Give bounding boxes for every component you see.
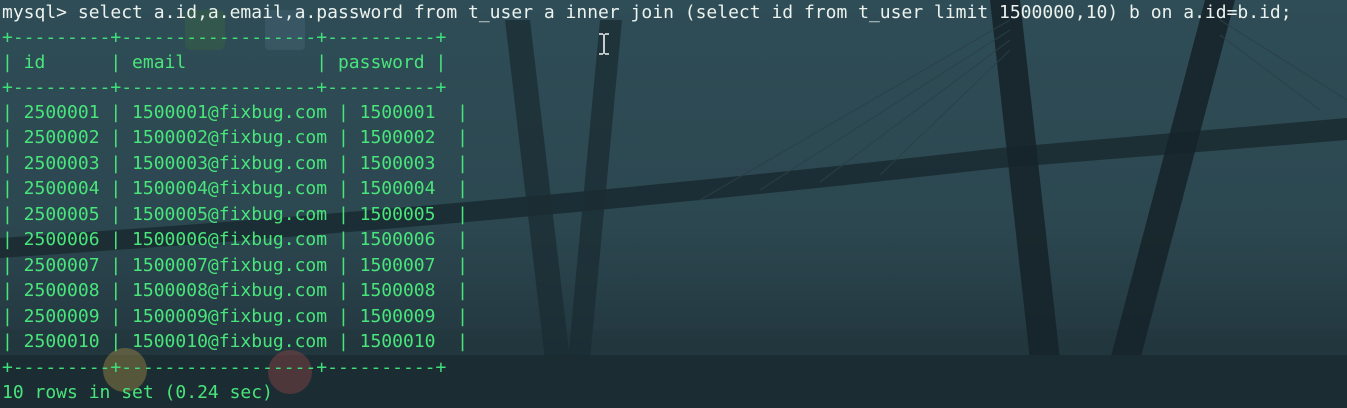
table-row: | 2500004 | 1500004@fixbug.com | 1500004…	[2, 178, 468, 199]
table-row: | 2500008 | 1500008@fixbug.com | 1500008…	[2, 280, 468, 301]
table-border-top: +---------+------------------+----------…	[2, 27, 447, 48]
terminal-window[interactable]: mysql> select a.id,a.email,a.password fr…	[0, 0, 1347, 408]
mysql-prompt: mysql>	[2, 2, 68, 23]
table-header: | id | email | password |	[2, 52, 447, 73]
table-row: | 2500006 | 1500006@fixbug.com | 1500006…	[2, 229, 468, 250]
table-row: | 2500003 | 1500003@fixbug.com | 1500003…	[2, 153, 468, 174]
table-row: | 2500002 | 1500002@fixbug.com | 1500002…	[2, 127, 468, 148]
table-row: | 2500009 | 1500009@fixbug.com | 1500009…	[2, 306, 468, 327]
table-row: | 2500010 | 1500010@fixbug.com | 1500010…	[2, 331, 468, 352]
table-row: | 2500001 | 1500001@fixbug.com | 1500001…	[2, 102, 468, 123]
text-ibeam-cursor-icon	[599, 33, 609, 55]
table-border-bottom: +---------+------------------+----------…	[2, 357, 447, 378]
table-row: | 2500007 | 1500007@fixbug.com | 1500007…	[2, 255, 468, 276]
result-summary: 10 rows in set (0.24 sec)	[2, 382, 273, 403]
table-border-mid: +---------+------------------+----------…	[2, 77, 447, 98]
table-row: | 2500005 | 1500005@fixbug.com | 1500005…	[2, 204, 468, 225]
command-line: mysql> select a.id,a.email,a.password fr…	[2, 0, 1292, 25]
sql-command: select a.id,a.email,a.password from t_us…	[77, 2, 1292, 23]
